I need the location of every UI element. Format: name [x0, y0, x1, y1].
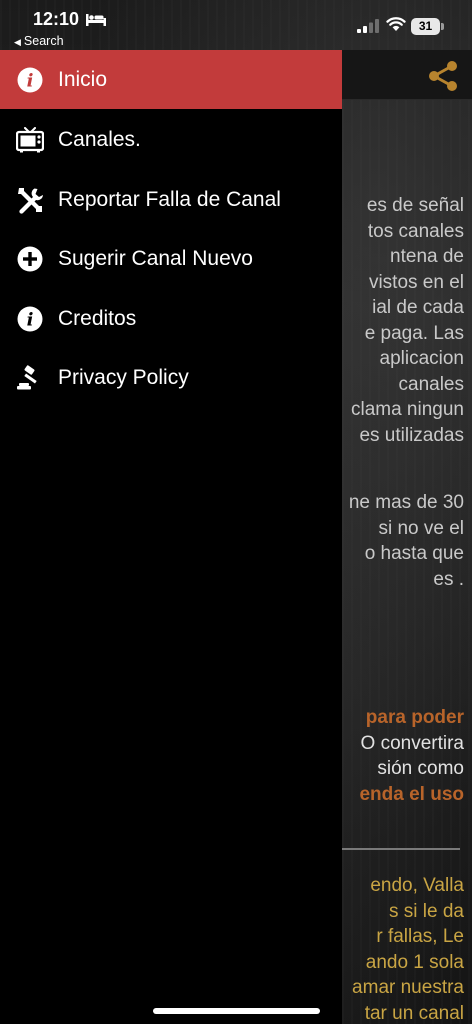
plus-circle-icon	[16, 245, 44, 273]
navigation-drawer: i Inicio Canales. Reportar Falla de Cana…	[0, 50, 342, 1024]
wifi-icon	[386, 17, 406, 31]
menu-item-label: Creditos	[58, 306, 137, 330]
status-bar: 12:10 ◀ Search 31	[0, 0, 472, 50]
menu-item-reportar-falla[interactable]: Reportar Falla de Canal	[0, 170, 342, 229]
back-arrow-icon: ◀	[14, 37, 21, 47]
back-to-search-link[interactable]: ◀ Search	[14, 34, 64, 48]
info-icon: i	[16, 305, 44, 333]
gavel-icon	[16, 364, 44, 392]
cellular-signal-icon	[357, 19, 379, 33]
svg-text:i: i	[27, 70, 34, 91]
share-icon[interactable]	[426, 59, 460, 93]
menu-item-label: Sugerir Canal Nuevo	[58, 246, 253, 270]
status-time: 12:10	[33, 9, 80, 29]
menu-item-creditos[interactable]: i Creditos	[0, 289, 342, 348]
menu-item-inicio[interactable]: i Inicio	[0, 50, 342, 109]
bed-icon	[86, 14, 106, 26]
menu-item-privacy-policy[interactable]: Privacy Policy	[0, 348, 342, 407]
menu-item-label: Privacy Policy	[58, 365, 189, 389]
home-indicator[interactable]	[153, 1008, 320, 1014]
battery-cap	[441, 23, 444, 30]
menu-item-sugerir-canal[interactable]: Sugerir Canal Nuevo	[0, 229, 342, 288]
svg-text:i: i	[27, 309, 34, 330]
battery-level: 31	[418, 19, 433, 33]
tools-icon	[16, 186, 44, 214]
back-label: Search	[23, 34, 64, 48]
menu-item-label: Inicio	[58, 67, 108, 91]
menu-item-canales[interactable]: Canales.	[0, 110, 342, 169]
divider	[342, 848, 460, 850]
screen: es de señal tos canales ntena de vistos …	[0, 0, 472, 1024]
menu-item-label: Reportar Falla de Canal	[58, 187, 281, 211]
tv-icon	[16, 126, 44, 154]
info-icon: i	[16, 66, 44, 94]
menu-item-label: Canales.	[58, 127, 141, 151]
battery-indicator: 31	[411, 18, 444, 35]
